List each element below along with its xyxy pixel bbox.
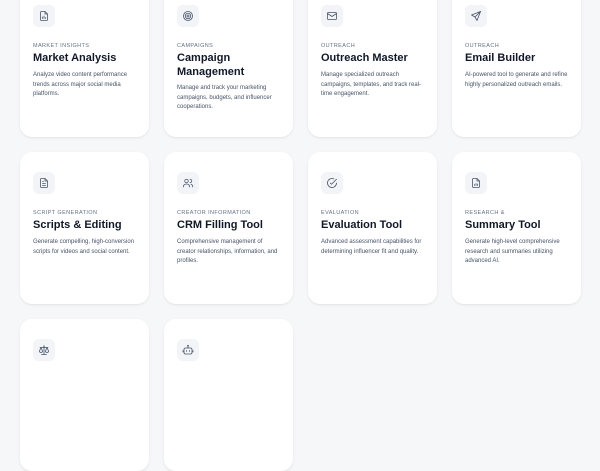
mail-icon (321, 5, 343, 27)
card-description: Generate high-level comprehensive resear… (465, 239, 560, 264)
card-title: Evaluation Tool (321, 219, 403, 231)
card-outreach-master[interactable]: OUTREACH Outreach Master Manage speciali… (308, 0, 437, 137)
users-icon (177, 172, 199, 194)
card-bot-tool[interactable] (164, 319, 293, 471)
card-title: Market Analysis (33, 52, 117, 64)
target-icon (177, 5, 199, 27)
card-summary-tool[interactable]: RESEARCH & Summary Tool Generate high-le… (452, 152, 581, 304)
card-campaign-management[interactable]: CAMPAIGNS Campaign Management Manage and… (164, 0, 293, 137)
card-scripts-editing[interactable]: SCRIPT GENERATION Scripts & Editing Gene… (20, 152, 149, 304)
card-description: Generate compelling, high-conversion scr… (33, 239, 135, 255)
card-scale-tool[interactable] (20, 319, 149, 471)
card-category: OUTREACH (465, 43, 500, 49)
card-email-builder[interactable]: OUTREACH Email Builder AI-powered tool t… (452, 0, 581, 137)
card-title: Summary Tool (465, 219, 541, 231)
scale-icon (33, 339, 55, 361)
card-description: Comprehensive management of creator rela… (177, 239, 278, 264)
card-description: AI-powered tool to generate and refine h… (465, 72, 568, 88)
card-market-analysis[interactable]: MARKET INSIGHTS Market Analysis Analyze … (20, 0, 149, 137)
card-category: CREATOR INFORMATION (177, 210, 251, 216)
card-title: Scripts & Editing (33, 219, 122, 231)
card-description: Analyze video content performance trends… (33, 72, 128, 97)
bot-icon (177, 339, 199, 361)
card-evaluation-tool[interactable]: EVALUATION Evaluation Tool Advanced asse… (308, 152, 437, 304)
card-title: Email Builder (465, 52, 536, 64)
card-title: Campaign Management (177, 52, 245, 78)
card-category: MARKET INSIGHTS (33, 43, 90, 49)
card-category: OUTREACH (321, 43, 356, 49)
card-category: RESEARCH & (465, 210, 505, 216)
card-description: Manage and track your marketing campaign… (177, 85, 272, 110)
card-description: Advanced assessment capabilities for det… (321, 239, 422, 255)
card-category: CAMPAIGNS (177, 43, 214, 49)
card-description: Manage specialized outreach campaigns, t… (321, 72, 422, 97)
card-title: CRM Filling Tool (177, 219, 263, 231)
send-icon (465, 5, 487, 27)
file-text-icon (33, 172, 55, 194)
document-chart-icon (33, 5, 55, 27)
card-title: Outreach Master (321, 52, 408, 64)
card-crm-filling-tool[interactable]: CREATOR INFORMATION CRM Filling Tool Com… (164, 152, 293, 304)
tool-card-grid: MARKET INSIGHTS Market Analysis Analyze … (20, 0, 581, 471)
summary-document-icon (465, 172, 487, 194)
card-category: EVALUATION (321, 210, 360, 216)
card-category: SCRIPT GENERATION (33, 210, 98, 216)
check-circle-icon (321, 172, 343, 194)
